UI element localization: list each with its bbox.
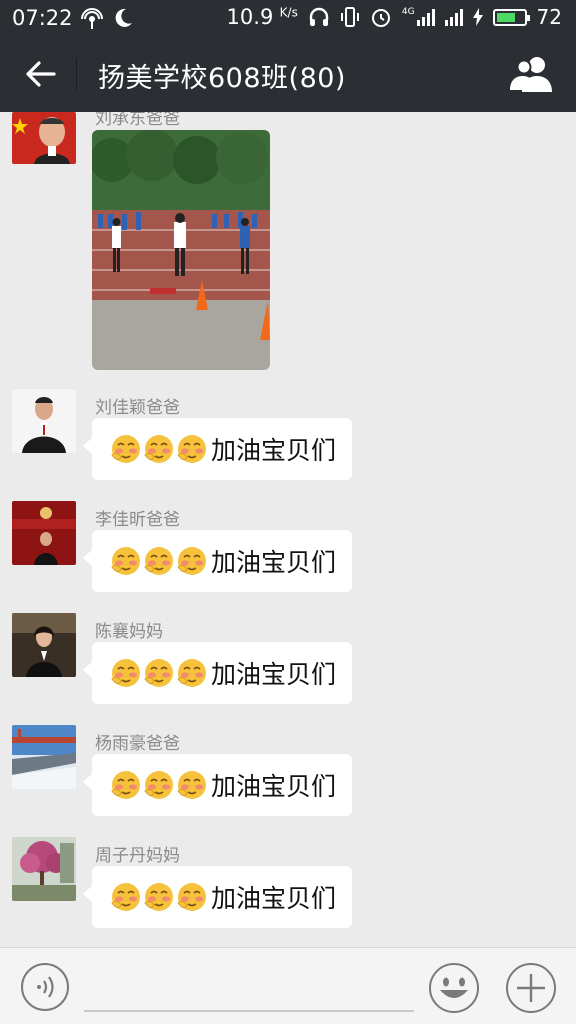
message-text: 加油宝贝们 [211, 772, 337, 801]
shy-face-emoji-icon [144, 435, 173, 463]
status-time: 07:22 [12, 6, 73, 30]
input-bar [0, 947, 576, 1024]
message-image[interactable] [92, 130, 270, 370]
avatar[interactable] [12, 613, 76, 677]
message-bubble[interactable]: 加油宝贝们 [83, 754, 352, 816]
plus-icon[interactable] [505, 962, 557, 1014]
message-text: 加油宝贝们 [211, 660, 337, 689]
avatar[interactable] [12, 725, 76, 789]
shy-face-emoji-icon [111, 547, 140, 575]
shy-face-emoji-icon [144, 659, 173, 687]
sender-name: 刘佳颖爸爸 [95, 398, 180, 418]
alarm-icon [371, 9, 390, 27]
shy-face-emoji-icon [111, 771, 140, 799]
status-left-icons [80, 7, 134, 31]
network-4g: 4G [402, 8, 435, 26]
shy-face-emoji-icon [111, 435, 140, 463]
emoji-icon[interactable] [428, 962, 480, 1014]
shy-face-emoji-icon [144, 883, 173, 911]
vibrate-icon [340, 7, 359, 27]
message-input[interactable] [84, 1010, 414, 1012]
status-bar: 07:22 10.9 K/s 4G 72 [0, 0, 576, 36]
shy-face-emoji-icon [111, 883, 140, 911]
avatar[interactable] [12, 837, 76, 901]
message-text: 加油宝贝们 [211, 884, 337, 913]
group-members-icon[interactable] [510, 56, 554, 92]
avatar[interactable] [12, 389, 76, 453]
shy-face-emoji-icon [144, 547, 173, 575]
charging-icon [472, 8, 483, 26]
shy-face-emoji-icon [177, 435, 206, 463]
shy-face-emoji-icon [177, 771, 206, 799]
signal-bars-icon-2 [444, 8, 463, 26]
hotspot-icon [81, 8, 103, 29]
message-text: 加油宝贝们 [211, 548, 337, 577]
battery-percent: 72 [536, 5, 562, 29]
network-speed: 10.9 K/s [226, 5, 298, 29]
shy-face-emoji-icon [177, 659, 206, 687]
message-bubble[interactable]: 加油宝贝们 [83, 642, 352, 704]
message-bubble[interactable]: 加油宝贝们 [83, 418, 352, 480]
battery-icon [492, 8, 530, 26]
sender-name: 刘承东爸爸 [95, 112, 180, 129]
sender-name: 李佳昕爸爸 [95, 510, 180, 530]
header-divider [76, 58, 77, 90]
avatar[interactable] [12, 112, 76, 164]
signal-bars-icon [416, 8, 435, 26]
chat-header: 扬美学校608班(80) [0, 36, 576, 112]
sender-name: 杨雨豪爸爸 [95, 734, 180, 754]
shy-face-emoji-icon [144, 771, 173, 799]
message-bubble[interactable]: 加油宝贝们 [83, 866, 352, 928]
message-bubble[interactable]: 加油宝贝们 [83, 530, 352, 592]
sender-name: 陈襄妈妈 [95, 622, 163, 642]
arrow-left-icon[interactable] [20, 54, 60, 94]
shy-face-emoji-icon [111, 659, 140, 687]
avatar[interactable] [12, 501, 76, 565]
group-title: 扬美学校608班(80) [98, 63, 346, 94]
sender-name: 周子丹妈妈 [95, 846, 180, 866]
message-text: 加油宝贝们 [211, 436, 337, 465]
headphones-icon [309, 7, 329, 26]
status-right-icons: 10.9 K/s 4G 72 [227, 5, 562, 29]
chat-message-list[interactable]: 刘承东爸爸 刘佳颖爸爸 加油宝贝们 李佳昕爸爸 加油宝贝们 陈襄妈妈 加油宝贝们… [0, 112, 576, 947]
shy-face-emoji-icon [177, 883, 206, 911]
moon-icon [115, 8, 132, 27]
shy-face-emoji-icon [177, 547, 206, 575]
voice-input-icon[interactable] [20, 962, 70, 1012]
